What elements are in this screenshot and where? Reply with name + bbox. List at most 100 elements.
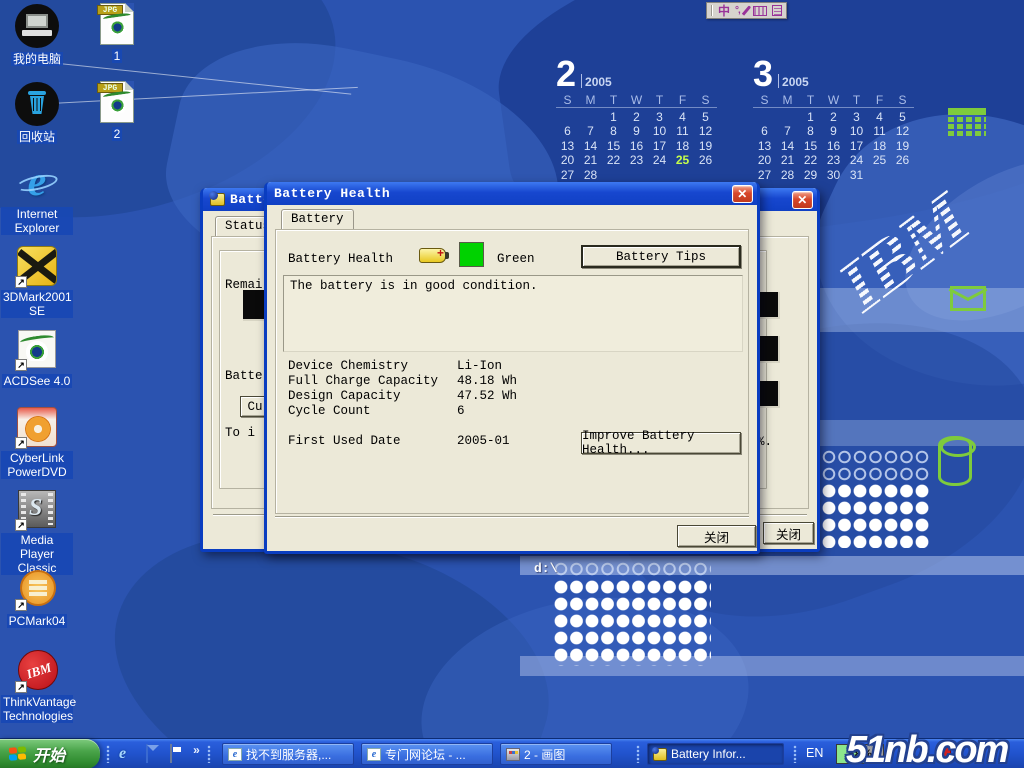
calendar-day: 2 <box>822 110 845 125</box>
desktop-icon-recycle-bin[interactable]: 回收站 <box>1 81 73 146</box>
close-button-dialog[interactable]: 关闭 <box>677 525 756 547</box>
taskbar-grip[interactable] <box>636 745 640 763</box>
calendar-dow: T <box>799 93 822 108</box>
health-status-text: Green <box>497 252 535 266</box>
tray-language-indicator[interactable]: EN <box>806 746 823 760</box>
ime-keyboard-icon[interactable] <box>753 6 767 16</box>
desktop-icon-3dmark2001[interactable]: ↗ 3DMark2001 SE <box>1 243 73 320</box>
calendar-day: 24 <box>648 153 671 168</box>
close-button-bg-window[interactable]: 关闭 <box>763 522 814 544</box>
desktop-icon-jpg-2[interactable]: JPG 2 <box>81 79 153 143</box>
ime-language-bar[interactable]: 中 °, <box>706 2 787 19</box>
wallpaper-dot-grid <box>822 450 930 484</box>
quicklaunch-mail-icon[interactable] <box>138 745 155 762</box>
calendar-day: 18 <box>671 139 694 154</box>
shortcut-arrow-icon: ↗ <box>15 599 27 611</box>
taskbar-window-server-not-found[interactable]: e 找不到服务器,... <box>222 743 354 765</box>
desktop-icon-jpg-1[interactable]: JPG 1 <box>81 1 153 65</box>
taskbar-window-paint[interactable]: 2 - 画图 <box>500 743 612 765</box>
calendar-day: 20 <box>556 153 579 168</box>
calendar-day: 16 <box>625 139 648 154</box>
recycle-bin-icon <box>15 82 59 126</box>
windows-flag-icon <box>9 746 27 763</box>
ime-punctuation-icon[interactable]: °, <box>735 5 740 16</box>
calendar-february: 2 2005 SMTWTFS12345678910111213141516171… <box>556 55 726 182</box>
close-button[interactable]: ✕ <box>792 191 813 209</box>
calendar-day: 11 <box>671 124 694 139</box>
icon-label: 我的电脑 <box>11 52 63 66</box>
ime-menu-icon[interactable] <box>772 5 782 16</box>
ime-pen-icon[interactable] <box>742 5 751 15</box>
calendar-year: 2005 <box>585 75 612 89</box>
calendar-day <box>602 168 625 183</box>
icon-label: 1 <box>112 49 123 63</box>
calendar-day: 20 <box>753 153 776 168</box>
calendar-day: 13 <box>556 139 579 154</box>
desktop-icon-my-computer[interactable]: 我的电脑 <box>1 3 73 68</box>
ime-chinese-mode-icon[interactable]: 中 <box>718 2 730 19</box>
battery-app-icon <box>210 193 225 206</box>
calendar-dow: W <box>822 93 845 108</box>
ie-page-icon: e <box>228 748 242 761</box>
desktop-icon-powerdvd[interactable]: ↗ CyberLink PowerDVD <box>1 404 73 481</box>
taskbar-window-forum[interactable]: e 专门网论坛 - ... <box>361 743 493 765</box>
shortcut-arrow-icon: ↗ <box>15 437 27 449</box>
desktop-icon-pcmark04[interactable]: ↗ PCMark04 <box>1 566 73 630</box>
close-icon[interactable]: ✕ <box>732 185 753 203</box>
shortcut-arrow-icon: ↗ <box>15 359 27 371</box>
desktop-icon-acdsee[interactable]: ↗ ACDSee 4.0 <box>1 326 73 390</box>
field-value: 2005-01 <box>457 434 510 448</box>
calendar-day: 12 <box>891 124 914 139</box>
quicklaunch-grip[interactable] <box>106 745 110 763</box>
calendar-day: 16 <box>822 139 845 154</box>
quicklaunch-show-desktop-icon[interactable] <box>162 745 179 762</box>
field-label: Device Chemistry <box>288 359 408 373</box>
calendar-dow: S <box>891 93 914 108</box>
desktop: d:\ IBM 中 °, 2 2005 SMTWTFS1234567891011… <box>0 0 1024 768</box>
taskbar-window-label: 2 - 画图 <box>524 746 565 763</box>
calendar-day: 19 <box>694 139 717 154</box>
taskbar-window-battery-information[interactable]: Battery Infor... <box>647 743 784 765</box>
paint-icon <box>506 748 520 761</box>
calendar-day: 31 <box>845 168 868 183</box>
battery-icon <box>419 248 446 263</box>
separator <box>275 516 749 518</box>
calendar-day: 26 <box>891 153 914 168</box>
battery-health-dialog: Battery Health ✕ Battery Battery Health … <box>264 182 760 554</box>
desktop-icon-media-player-classic[interactable]: S↗ Media Player Classic <box>1 486 73 577</box>
calendar-day: 22 <box>799 153 822 168</box>
icon-label: ThinkVantage Technologies <box>1 695 73 723</box>
calendar-day: 1 <box>799 110 822 125</box>
calendar-dow: S <box>753 93 776 108</box>
calendar-day: 2 <box>625 110 648 125</box>
quicklaunch-overflow-chevron[interactable]: » <box>188 743 205 760</box>
calendar-day: 10 <box>845 124 868 139</box>
calendar-day: 26 <box>694 153 717 168</box>
calendar-day <box>753 110 776 125</box>
desktop-icon-thinkvantage[interactable]: IBM↗ ThinkVantage Technologies <box>1 648 73 725</box>
ie-page-icon: e <box>367 748 381 761</box>
battery-tips-button[interactable]: Battery Tips <box>581 245 741 268</box>
calendar-day: 17 <box>845 139 868 154</box>
field-label: Cycle Count <box>288 404 371 418</box>
start-button[interactable]: 开始 <box>0 739 100 768</box>
health-label: Battery Health <box>288 252 393 266</box>
calendar-day: 10 <box>648 124 671 139</box>
quicklaunch-ie-icon[interactable]: e <box>114 745 131 762</box>
calendar-day: 24 <box>845 153 868 168</box>
icon-label: CyberLink PowerDVD <box>1 451 73 479</box>
calendar-day <box>776 110 799 125</box>
ime-grip[interactable] <box>711 5 713 16</box>
calendar-day <box>648 168 671 183</box>
battery-health-titlebar[interactable]: Battery Health ✕ <box>267 182 757 205</box>
tray-grip[interactable] <box>793 745 797 763</box>
shortcut-arrow-icon: ↗ <box>15 519 27 531</box>
calendar-day: 8 <box>799 124 822 139</box>
tab-battery[interactable]: Battery <box>281 209 354 229</box>
calendar-day: 11 <box>868 124 891 139</box>
wallpaper-dot-grid <box>554 580 711 666</box>
desktop-icon-internet-explorer[interactable]: e Internet Explorer <box>1 160 73 237</box>
calendar-day <box>671 168 694 183</box>
improve-battery-health-button[interactable]: Improve Battery Health... <box>581 432 741 454</box>
taskbar-grip[interactable] <box>207 745 211 763</box>
